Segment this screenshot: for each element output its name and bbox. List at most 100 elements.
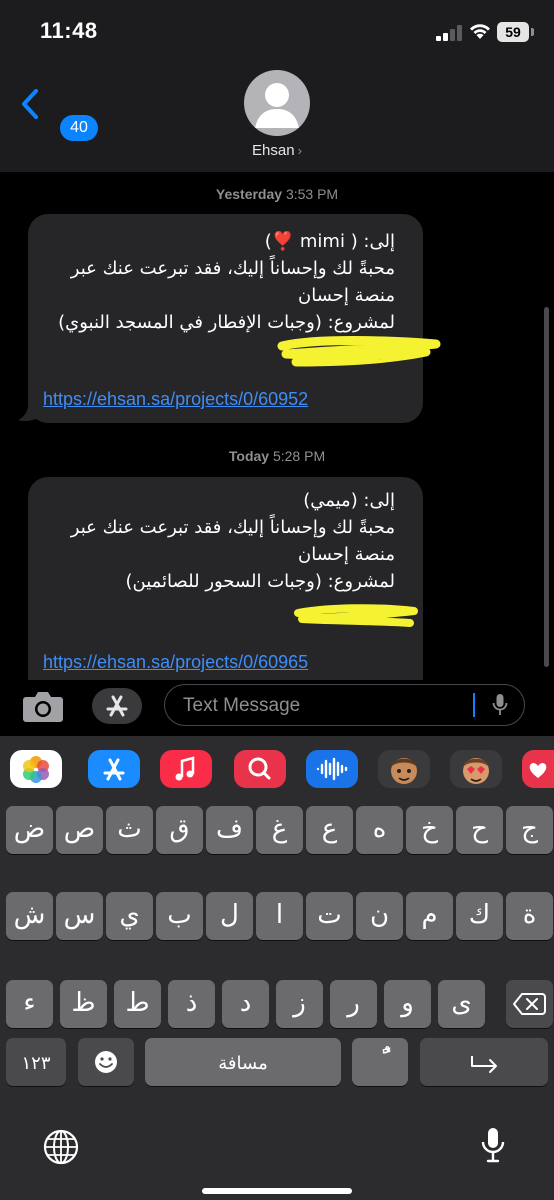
unread-count-badge: 40 [60,115,98,141]
home-indicator[interactable] [202,1188,352,1194]
key-letter[interactable]: ي [106,892,153,940]
message-line: منصة إحسان [298,544,395,565]
digital-touch-icon[interactable] [522,750,554,788]
return-key[interactable] [420,1038,548,1086]
key-letter[interactable]: ذ [168,980,215,1028]
key-letter[interactable]: م [406,892,453,940]
app-store-glyph [103,758,125,781]
key-letter[interactable]: غ [256,806,303,854]
message-line: منصة إحسان [298,285,395,306]
search-images-icon[interactable] [234,750,286,788]
key-letter[interactable]: ة [506,892,553,940]
status-time: 11:48 [40,18,98,43]
key-letter[interactable]: ف [206,806,253,854]
key-letter[interactable]: ص [56,806,103,854]
scroll-indicator[interactable] [544,307,549,667]
contact-name-row[interactable]: Ehsan › [0,142,554,159]
diacritics-key[interactable]: ًٌ [352,1038,408,1086]
key-letter[interactable]: ب [156,892,203,940]
key-letter[interactable]: ق [156,806,203,854]
space-key[interactable]: مسافة [145,1038,341,1086]
message-bubble[interactable]: إلى: (ميمي) محبةً لك وإحساناً إليك، فقد … [28,477,423,680]
cellular-signal-icon [436,25,462,41]
message-line: محبةً لك وإحساناً إليك، فقد تبرعت عنك عب… [70,258,395,279]
dictation-microphone-icon[interactable] [480,1126,506,1166]
key-letter[interactable]: ط [114,980,161,1028]
battery-nub [531,28,534,36]
contact-avatar[interactable] [244,70,310,136]
key-letter[interactable]: ل [206,892,253,940]
music-icon[interactable] [160,750,212,788]
app-store-icon[interactable] [88,750,140,788]
memoji-stickers-icon[interactable] [450,750,502,788]
message-placeholder: Text Message [183,695,301,716]
arabic-keyboard: ضصثقفغعهخحج شسيبلاتنمكة ءظطذدزروى ١٢٣ مس… [0,798,554,1200]
key-letter[interactable]: ش [6,892,53,940]
message-line: لمشروع: (وجبات السحور للصائمين) [125,571,395,592]
delete-key[interactable] [506,980,553,1028]
key-letter[interactable]: ح [456,806,503,854]
numbers-key[interactable]: ١٢٣ [6,1038,66,1086]
key-letter[interactable]: ى [438,980,485,1028]
message-line: إلى: (ميمي) [303,490,395,511]
battery-indicator: 59 [497,22,529,42]
emoji-key[interactable] [78,1038,134,1086]
key-letter[interactable]: ض [6,806,53,854]
app-store-icon [106,695,128,717]
conversation-header: 40 Ehsan › [0,60,554,172]
chevron-left-icon [22,89,38,119]
microphone-icon[interactable] [491,693,509,717]
camera-button[interactable] [22,688,64,724]
key-letter[interactable]: ن [356,892,403,940]
key-letter[interactable]: ا [256,892,303,940]
message-text: إلى: (ميمي) محبةً لك وإحساناً إليك، فقد … [46,487,395,595]
key-letter[interactable]: س [56,892,103,940]
delete-backspace-icon [513,993,546,1015]
waveform-glyph [316,757,348,781]
magnifier-glyph [248,757,271,780]
highlighter-scribble [294,604,418,627]
memoji-face-graphic [391,758,417,784]
text-cursor [473,693,475,717]
timestamp-day: Today [228,448,270,464]
key-letter[interactable]: خ [406,806,453,854]
memoji-sticker-graphic [463,758,489,784]
globe-icon[interactable] [42,1128,80,1166]
key-letter[interactable]: د [222,980,269,1028]
key-letter[interactable]: ث [106,806,153,854]
input-bar: Text Message [0,680,554,736]
numbers-key-label: ١٢٣ [21,1053,51,1074]
heart-hand-glyph [529,762,547,778]
camera-icon [23,692,63,722]
emoji-smiley-icon [95,1051,117,1073]
photos-icon[interactable] [10,750,62,788]
key-letter[interactable]: ت [306,892,353,940]
message-timestamp: Yesterday 3:53 PM [0,186,554,202]
audio-message-icon[interactable] [306,750,358,788]
app-store-button[interactable] [92,688,142,724]
key-letter[interactable]: ع [306,806,353,854]
timestamp-time: 5:28 PM [272,448,326,464]
key-letter[interactable]: ء [6,980,53,1028]
key-letter[interactable]: ك [456,892,503,940]
project-link[interactable]: https://ehsan.sa/projects/0/60952 [43,389,308,410]
imessage-app-strip [0,736,554,798]
message-text: إلى: ( mimi ❣️) محبةً لك وإحساناً إليك، … [46,228,395,336]
key-letter[interactable]: و [384,980,431,1028]
project-link[interactable]: https://ehsan.sa/projects/0/60965 [43,652,308,673]
return-arrow-icon [471,1056,497,1073]
message-bubble[interactable]: إلى: ( mimi ❣️) محبةً لك وإحساناً إليك، … [28,214,441,423]
timestamp-day: Yesterday [215,186,283,202]
highlighter-scribble [277,336,441,367]
key-letter[interactable]: ه [356,806,403,854]
key-letter[interactable]: ج [506,806,553,854]
key-letter[interactable]: ظ [60,980,107,1028]
timestamp-time: 3:53 PM [285,186,339,202]
message-list[interactable]: Yesterday 3:53 PM إلى: ( mimi ❣️) محبةً … [0,172,554,680]
back-button[interactable]: 40 [20,86,98,141]
person-icon [255,83,299,128]
key-letter[interactable]: ز [276,980,323,1028]
key-letter[interactable]: ر [330,980,377,1028]
memoji-icon[interactable] [378,750,430,788]
message-input[interactable]: Text Message [164,684,525,726]
